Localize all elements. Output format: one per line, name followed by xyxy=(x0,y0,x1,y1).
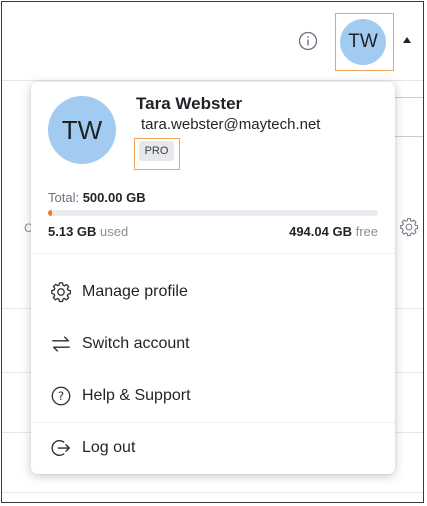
user-name: Tara Webster xyxy=(136,94,243,113)
gear-icon xyxy=(50,281,72,303)
storage-free-value: 494.04 GB xyxy=(289,224,352,239)
app-frame: TW C TW Tara Webster tara.webster@maytec… xyxy=(1,1,424,503)
user-email: tara.webster@maytech.net xyxy=(141,116,321,133)
help-circle-icon: ? xyxy=(50,385,72,407)
menu-item-log-out[interactable]: Log out xyxy=(31,426,395,470)
storage-progress-fill xyxy=(48,210,53,216)
storage-used-label: used xyxy=(100,224,129,239)
menu-item-help-support[interactable]: ? Help & Support xyxy=(31,374,395,418)
dropdown-divider xyxy=(31,253,395,254)
storage-total-label: Total: xyxy=(48,190,80,205)
storage-used: 5.13 GB used xyxy=(48,224,128,239)
dropdown-divider xyxy=(31,422,395,423)
menu-item-label: Help & Support xyxy=(82,387,191,404)
storage-total: Total: 500.00 GB xyxy=(48,190,146,205)
switch-arrows-icon xyxy=(50,333,72,355)
storage-progress-bar xyxy=(48,210,378,216)
background-divider xyxy=(2,492,423,493)
profile-avatar: TW xyxy=(48,96,116,164)
caret-up-icon[interactable] xyxy=(403,37,411,43)
menu-item-label: Switch account xyxy=(82,335,190,352)
storage-free-label: free xyxy=(355,224,378,239)
storage-free: 494.04 GB free xyxy=(289,224,378,239)
plan-badge: PRO xyxy=(139,141,174,161)
storage-total-value: 500.00 GB xyxy=(82,190,146,205)
menu-item-switch-account[interactable]: Switch account xyxy=(31,322,395,366)
storage-used-value: 5.13 GB xyxy=(48,224,97,239)
account-dropdown: TW Tara Webster tara.webster@maytech.net… xyxy=(31,82,395,474)
background-gear-icon xyxy=(399,217,419,237)
menu-item-label: Log out xyxy=(82,439,136,456)
svg-text:?: ? xyxy=(58,389,64,403)
user-avatar-button[interactable]: TW xyxy=(340,19,386,65)
menu-item-label: Manage profile xyxy=(82,283,188,300)
logout-icon xyxy=(50,437,72,459)
menu-item-manage-profile[interactable]: Manage profile xyxy=(31,270,395,314)
info-icon[interactable] xyxy=(298,31,318,51)
top-bar: TW xyxy=(2,2,423,81)
